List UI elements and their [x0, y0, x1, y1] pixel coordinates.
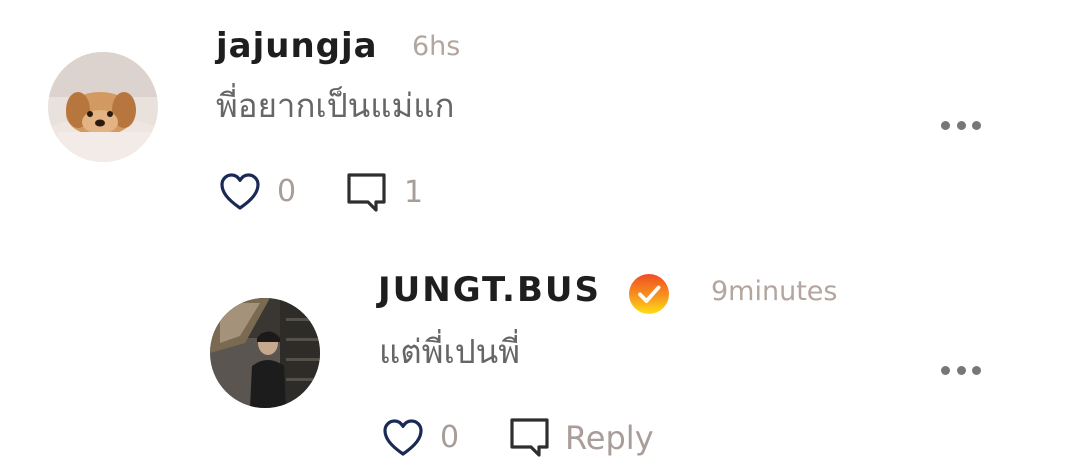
dot-icon: [972, 365, 981, 375]
comment-bubble-icon: [510, 418, 549, 457]
reply-text: แต่พี่เปนพี่: [379, 332, 520, 371]
dot-icon: [956, 365, 966, 375]
reply-timestamp: 9minutes: [711, 276, 838, 307]
dot-icon: [941, 365, 950, 375]
more-options-icon[interactable]: [941, 118, 981, 132]
heart-icon: [220, 173, 260, 210]
comment-text: พี่อยากเป็นแม่แก: [216, 86, 455, 125]
more-options-icon[interactable]: [941, 363, 981, 377]
like-button[interactable]: 0: [382, 418, 459, 458]
dot-icon: [972, 120, 981, 130]
comment-bubble-icon: [347, 173, 386, 212]
puppy-avatar[interactable]: [48, 52, 158, 162]
reply-button[interactable]: Reply: [509, 417, 654, 459]
like-count: 0: [277, 174, 297, 209]
heart-icon: [383, 419, 423, 456]
verified-badge-icon: [628, 273, 670, 319]
reply-label: Reply: [565, 419, 654, 457]
reply-count-button[interactable]: 1: [346, 172, 423, 214]
dot-icon: [956, 120, 966, 130]
comment-username[interactable]: jajungja: [216, 26, 378, 66]
like-button[interactable]: 0: [219, 172, 296, 212]
person-avatar[interactable]: [210, 298, 320, 408]
like-count: 0: [440, 420, 460, 455]
dot-icon: [941, 120, 950, 130]
comment-timestamp: 6hs: [412, 31, 461, 62]
reply-username[interactable]: JUNGT.BUS: [378, 270, 601, 310]
reply-count: 1: [404, 175, 424, 210]
